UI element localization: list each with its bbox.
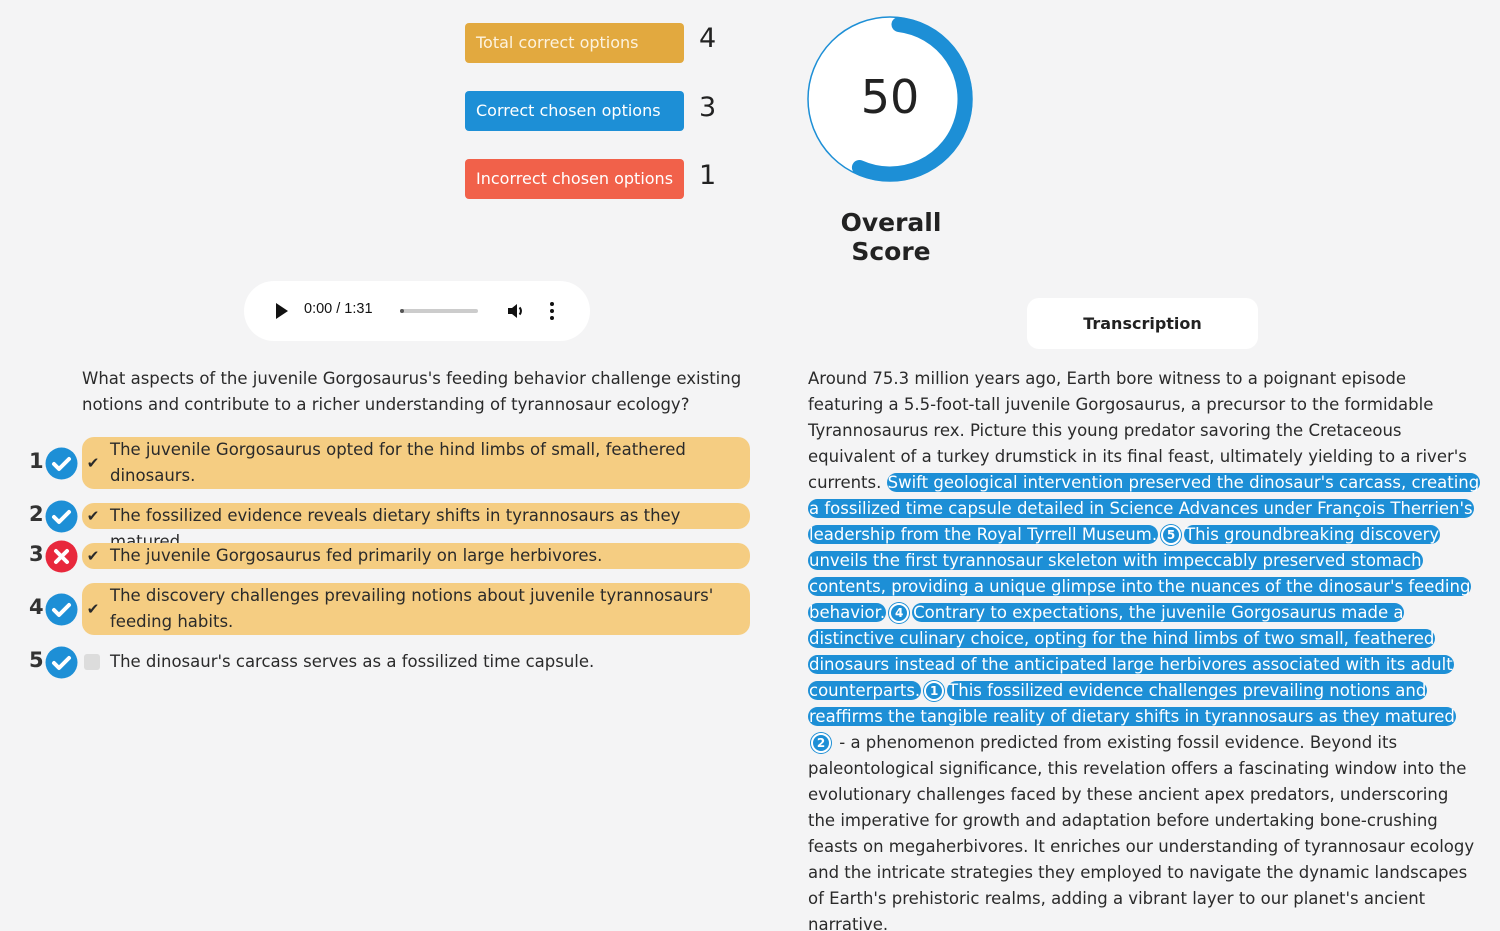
incorrect-chosen-options-badge: Incorrect chosen options: [465, 159, 684, 199]
correct-check-icon: [45, 447, 78, 480]
incorrect-chosen-options-value: 1: [699, 160, 717, 191]
correct-chosen-options-badge: Correct chosen options: [465, 91, 684, 131]
more-options-icon[interactable]: [544, 300, 560, 322]
option-text[interactable]: The dinosaur's carcass serves as a fossi…: [110, 649, 740, 675]
audio-player: 0:00 / 1:31: [244, 281, 590, 341]
option-number: 5: [29, 648, 44, 672]
total-correct-options-badge: Total correct options: [465, 23, 684, 63]
option-text[interactable]: The discovery challenges prevailing noti…: [110, 583, 740, 635]
seek-knob[interactable]: [400, 309, 404, 313]
transcript-segment: - a phenomenon predicted from existing f…: [808, 733, 1475, 931]
option-checkbox-checked[interactable]: ✔: [84, 454, 102, 472]
option-reference-badge: 4: [889, 603, 910, 623]
transcription-button[interactable]: Transcription: [1027, 298, 1258, 349]
correct-check-icon: [45, 646, 78, 679]
option-number: 2: [29, 502, 44, 526]
play-icon[interactable]: [276, 303, 288, 319]
correct-chosen-options-value: 3: [699, 92, 717, 123]
option-checkbox-checked[interactable]: ✔: [84, 507, 102, 525]
option-reference-badge: 2: [811, 733, 831, 753]
option-checkbox-checked[interactable]: ✔: [84, 600, 102, 618]
option-number: 1: [29, 449, 44, 473]
question-text: What aspects of the juvenile Gorgosaurus…: [82, 369, 742, 414]
option-text[interactable]: The juvenile Gorgosaurus opted for the h…: [110, 437, 740, 489]
audio-time: 0:00 / 1:31: [304, 301, 373, 317]
option-checkbox-checked[interactable]: ✔: [84, 547, 102, 565]
option-reference-badge: 1: [924, 681, 945, 701]
overall-score-value: 50: [860, 70, 920, 124]
incorrect-x-icon: [45, 540, 78, 573]
option-number: 3: [29, 542, 44, 566]
correct-check-icon: [45, 593, 78, 626]
overall-score-label: Overall Score: [840, 208, 942, 266]
audio-seek-slider[interactable]: [400, 309, 478, 313]
correct-check-icon: [45, 500, 78, 533]
total-correct-options-value: 4: [699, 23, 717, 54]
option-number: 4: [29, 595, 44, 619]
option-reference-badge: 5: [1161, 525, 1182, 545]
transcription-text: Around 75.3 million years ago, Earth bor…: [808, 366, 1481, 931]
option-text[interactable]: The juvenile Gorgosaurus fed primarily o…: [110, 543, 740, 569]
volume-icon[interactable]: [505, 300, 527, 322]
option-checkbox-unchecked[interactable]: [84, 654, 100, 670]
